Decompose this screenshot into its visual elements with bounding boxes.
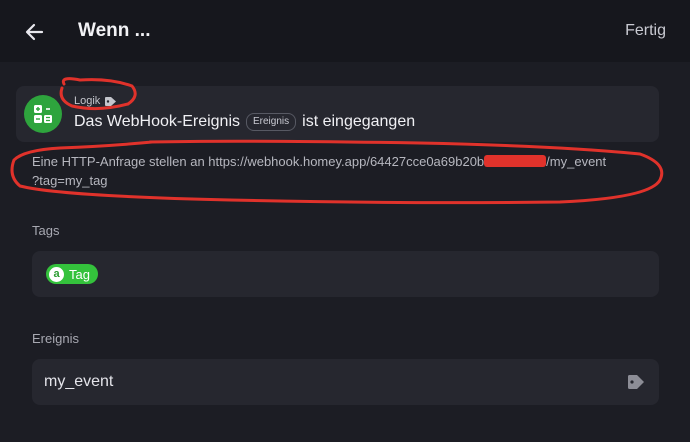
text-type-icon: a	[49, 266, 64, 282]
trigger-card[interactable]: Logik Das WebHook-Ereignis Ereignis ist …	[16, 86, 659, 142]
description-prefix: Eine HTTP-Anfrage stellen an https://web…	[32, 154, 485, 169]
page-title: Wenn ...	[78, 20, 151, 41]
tag-chip-label: Tag	[69, 266, 90, 282]
tag-icon	[628, 375, 644, 389]
done-button[interactable]: Fertig	[625, 22, 666, 40]
event-field[interactable]	[32, 359, 659, 405]
arrow-left-icon	[25, 23, 44, 41]
redaction-mark	[484, 155, 547, 167]
description-suffix: /my_event	[546, 154, 607, 169]
card-category-label: Logik	[74, 95, 101, 107]
card-text-before: Das WebHook-Ereignis	[74, 113, 240, 130]
insert-tag-button[interactable]	[627, 374, 645, 390]
tags-section-label: Tags	[32, 223, 60, 238]
top-app-bar: Wenn ... Fertig	[0, 0, 690, 62]
card-text-after: ist eingegangen	[302, 113, 416, 130]
event-section-label: Ereignis	[32, 331, 79, 346]
event-input[interactable]	[44, 369, 614, 395]
card-category: Logik	[74, 95, 117, 107]
description-line2: ?tag=my_tag	[32, 173, 108, 188]
card-description: Eine HTTP-Anfrage stellen an https://web…	[32, 152, 644, 190]
ereignis-pill[interactable]: Ereignis	[246, 113, 297, 131]
tag-chip[interactable]: a Tag	[46, 264, 98, 284]
logic-calculator-icon	[24, 95, 62, 133]
card-title-row: Das WebHook-Ereignis Ereignis ist eingeg…	[74, 113, 415, 131]
tags-field[interactable]: a Tag	[32, 251, 659, 297]
tag-icon	[105, 96, 117, 106]
back-button[interactable]	[22, 19, 48, 45]
